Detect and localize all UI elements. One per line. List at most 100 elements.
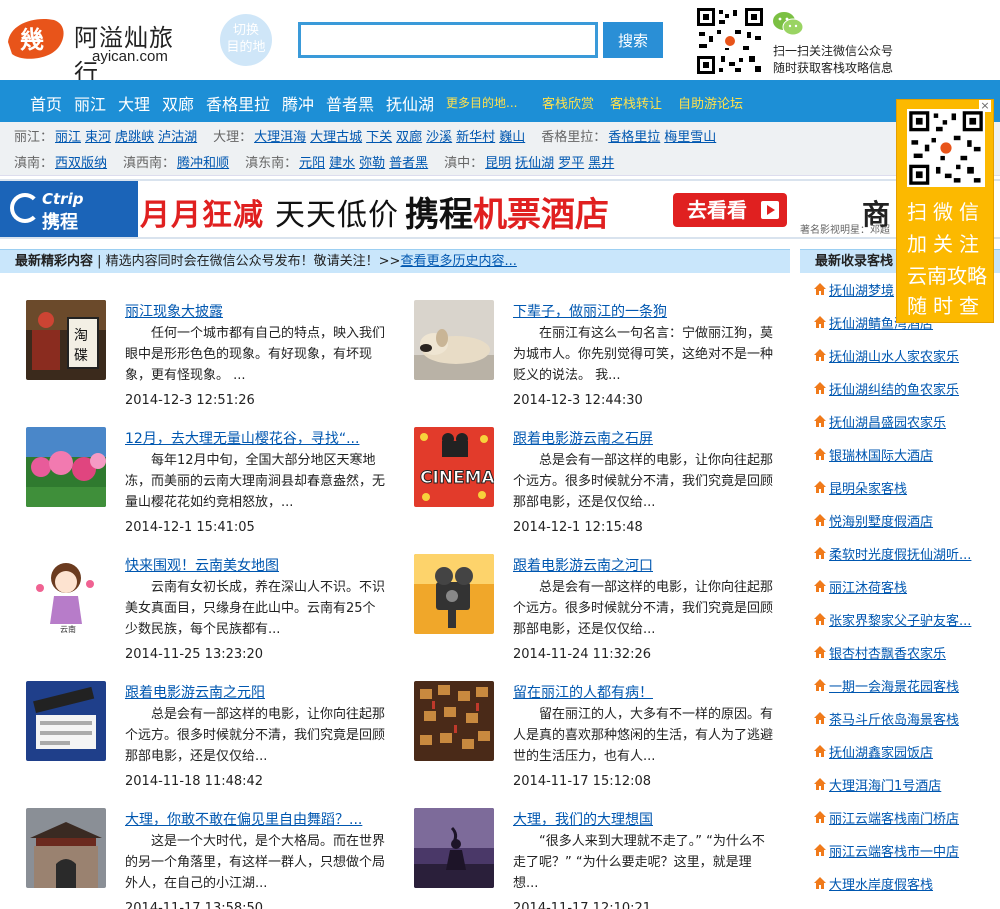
banner-brand-red: 机票酒店 [473, 195, 609, 235]
sub-nav: 丽江： 丽江 束河 虎跳峡 泸沽湖 大理： 大理洱海 大理古城 下关 双廊 沙溪 新华村 巍山 香格里拉：… [0, 122, 1000, 176]
inn-link[interactable]: 抚仙湖昌盛园农家乐 [829, 412, 946, 431]
inn-link[interactable]: 大理水岸度假客栈 [829, 874, 933, 893]
article-date: 2014-12-3 12:44:30 [513, 393, 643, 408]
switch-label-2: 目的地 [226, 40, 266, 55]
sub-nav-link[interactable]: 西双版纳 [55, 156, 107, 171]
sub-nav-link[interactable]: 元阳 [299, 156, 325, 171]
nav-item-home[interactable]: 首页 [30, 91, 62, 115]
article-title-link[interactable]: 跟着电影游云南之元阳 [125, 682, 265, 702]
nav-item-tengchong[interactable]: 腾冲 [282, 91, 314, 115]
sub-nav-link[interactable]: 抚仙湖 [515, 156, 554, 171]
nav-forum[interactable]: 自助游论坛 [678, 93, 743, 112]
ctrip-ad-banner[interactable]: Ctrip 携程 月月狂减 天天低价 携程机票酒店 去看看 著名影视明星：邓超 … [0, 179, 1000, 239]
article-thumbnail[interactable] [26, 681, 106, 761]
inn-link[interactable]: 丽江云端客栈市一中店 [829, 841, 959, 860]
nav-item-shuanglang[interactable]: 双廊 [162, 91, 194, 115]
sub-nav-link[interactable]: 弥勒 [359, 156, 385, 171]
inn-link[interactable]: 张家界黎家父子驴友客... [829, 610, 971, 629]
sub-nav-link[interactable]: 下关 [366, 130, 392, 145]
house-icon [814, 415, 826, 427]
sub-nav-link[interactable]: 梅里雪山 [664, 130, 716, 145]
inn-link[interactable]: 抚仙湖纠结的鱼农家乐 [829, 379, 959, 398]
ctrip-logo-en: Ctrip [42, 190, 84, 208]
sub-nav-link[interactable]: 腾冲和顺 [177, 156, 229, 171]
nav-item-fuxianhu[interactable]: 抚仙湖 [386, 91, 434, 115]
sub-nav-link[interactable]: 大理洱海 [254, 130, 306, 145]
sub-nav-link[interactable]: 新华村 [456, 130, 495, 145]
sub-nav-link[interactable]: 昆明 [485, 156, 511, 171]
svg-text:CINEMA: CINEMA [420, 468, 494, 488]
view-history-link[interactable]: 查看更多历史内容... [400, 254, 516, 269]
sub-nav-link[interactable]: 丽江 [55, 130, 81, 145]
inn-link[interactable]: 一期一会海景花园客栈 [829, 676, 959, 695]
article-summary: 云南有女初长成，养在深山人不识。不识美女真面目，只缘身在此山中。云南有25个少数… [125, 580, 386, 637]
article-date: 2014-11-25 13:23:20 [125, 647, 264, 662]
site-logo[interactable]: 幾 阿溢灿旅行 ayican.com [4, 12, 194, 87]
article-title-link[interactable]: 大理，我们的大理想国 [513, 809, 653, 829]
inn-link[interactable]: 丽江云端客栈南门桥店 [829, 808, 959, 827]
article-title-link[interactable]: 跟着电影游云南之河口 [513, 555, 653, 575]
inn-link[interactable]: 丽江沐荷客栈 [829, 577, 907, 596]
article-title-link[interactable]: 跟着电影游云南之石屏 [513, 428, 653, 448]
sub-nav-link[interactable]: 罗平 [558, 156, 584, 171]
article-title-link[interactable]: 快来围观！云南美女地图 [125, 555, 279, 575]
article-thumbnail[interactable] [26, 808, 106, 888]
inn-link[interactable]: 柔软时光度假抚仙湖听... [829, 544, 971, 563]
sub-nav-link[interactable]: 黑井 [588, 156, 614, 171]
inn-link[interactable]: 银杏村杏飘香农家乐 [829, 643, 946, 662]
inn-link[interactable]: 抚仙湖梦境 [829, 280, 894, 299]
sub-nav-link[interactable]: 建水 [329, 156, 355, 171]
article-title-link[interactable]: 留在丽江的人都有病！ [513, 682, 653, 702]
article-title-link[interactable]: 下辈子，做丽江的一条狗 [513, 301, 667, 321]
inn-link[interactable]: 抚仙湖山水人家农家乐 [829, 346, 959, 365]
nav-inn-transfer[interactable]: 客栈转让 [610, 93, 662, 112]
article-title-link[interactable]: 大理，你敢不敢在偏见里自由舞蹈？... [125, 809, 362, 829]
sub-nav-link[interactable]: 普者黑 [389, 156, 428, 171]
article-thumbnail[interactable] [414, 300, 494, 380]
article-date: 2014-11-17 15:12:08 [513, 774, 652, 789]
sub-nav-link[interactable]: 巍山 [499, 130, 525, 145]
article-summary: “很多人来到大理就不走了。” “为什么不走了呢？” “为什么要走呢？这里，就是理… [513, 834, 765, 891]
inn-link[interactable]: 茶马斗斤依岛海景客栈 [829, 709, 959, 728]
sub-nav-link[interactable]: 香格里拉 [608, 130, 660, 145]
article-thumbnail[interactable] [414, 681, 494, 761]
inn-link[interactable]: 悦海别墅度假酒店 [829, 511, 933, 530]
article-title-link[interactable]: 12月，去大理无量山樱花谷，寻找“... [125, 428, 359, 448]
article-thumbnail[interactable]: CINEMA [414, 427, 494, 507]
article-thumbnail[interactable] [414, 808, 494, 888]
nav-item-dali[interactable]: 大理 [118, 91, 150, 115]
banner-cta-button[interactable]: 去看看 [673, 193, 787, 227]
article-summary: 总是会有一部这样的电影，让你向往起那个远方。很多时候就分不清，我们究竟是回顾那部… [125, 707, 386, 764]
search-button[interactable]: 搜索 [603, 22, 663, 58]
sub-nav-link[interactable]: 束河 [85, 130, 111, 145]
switch-destination-button[interactable]: 切换 目的地 [220, 14, 272, 66]
article-title-link[interactable]: 丽江现象大披露 [125, 301, 223, 321]
article-thumbnail[interactable]: 云南 [26, 554, 106, 634]
sub-nav-link[interactable]: 虎跳峡 [115, 130, 154, 145]
float-line-2: 加关注 [907, 232, 985, 256]
nav-item-lijiang[interactable]: 丽江 [74, 91, 106, 115]
article-thumbnail[interactable]: 淘碟 [26, 300, 106, 380]
nav-more-destinations[interactable]: 更多目的地... [446, 94, 517, 111]
sub-nav-link[interactable]: 双廊 [396, 130, 422, 145]
article-thumbnail[interactable] [414, 554, 494, 634]
house-icon [814, 349, 826, 361]
article-date: 2014-12-1 15:41:05 [125, 520, 255, 535]
nav-inn-gallery[interactable]: 客栈欣赏 [542, 93, 594, 112]
nav-item-shangrila[interactable]: 香格里拉 [206, 91, 270, 115]
svg-text:淘: 淘 [74, 328, 88, 344]
sub-nav-link[interactable]: 沙溪 [426, 130, 452, 145]
inn-link[interactable]: 银瑞林国际大酒店 [829, 445, 933, 464]
inn-link[interactable]: 昆明朵家客栈 [829, 478, 907, 497]
inn-link[interactable]: 大理洱海门1号酒店 [829, 775, 941, 794]
article-thumbnail[interactable] [26, 427, 106, 507]
search-input[interactable] [298, 22, 598, 58]
inn-link[interactable]: 抚仙湖鑫家园饭店 [829, 742, 933, 761]
nav-item-puzhehei[interactable]: 普者黑 [326, 91, 374, 115]
sub-nav-link[interactable]: 大理古城 [310, 130, 362, 145]
article-summary: 每年12月中旬，全国大部分地区天寒地冻，而美丽的云南大理南涧县却春意盎然，无量山… [125, 453, 386, 510]
article-card: CINEMA 跟着电影游云南之石屏 总是会有一部这样的电影，让你向往起那个远方。很多… [414, 427, 784, 547]
sub-nav-link[interactable]: 泸沽湖 [158, 130, 197, 145]
article-card: 12月，去大理无量山樱花谷，寻找“... 每年12月中旬，全国大部分地区天寒地冻，… [26, 427, 396, 547]
article-card: 云南 快来围观！云南美女地图云南有女初长成，养在深山人不识。不识美女真面目，只缘身… [26, 554, 396, 674]
